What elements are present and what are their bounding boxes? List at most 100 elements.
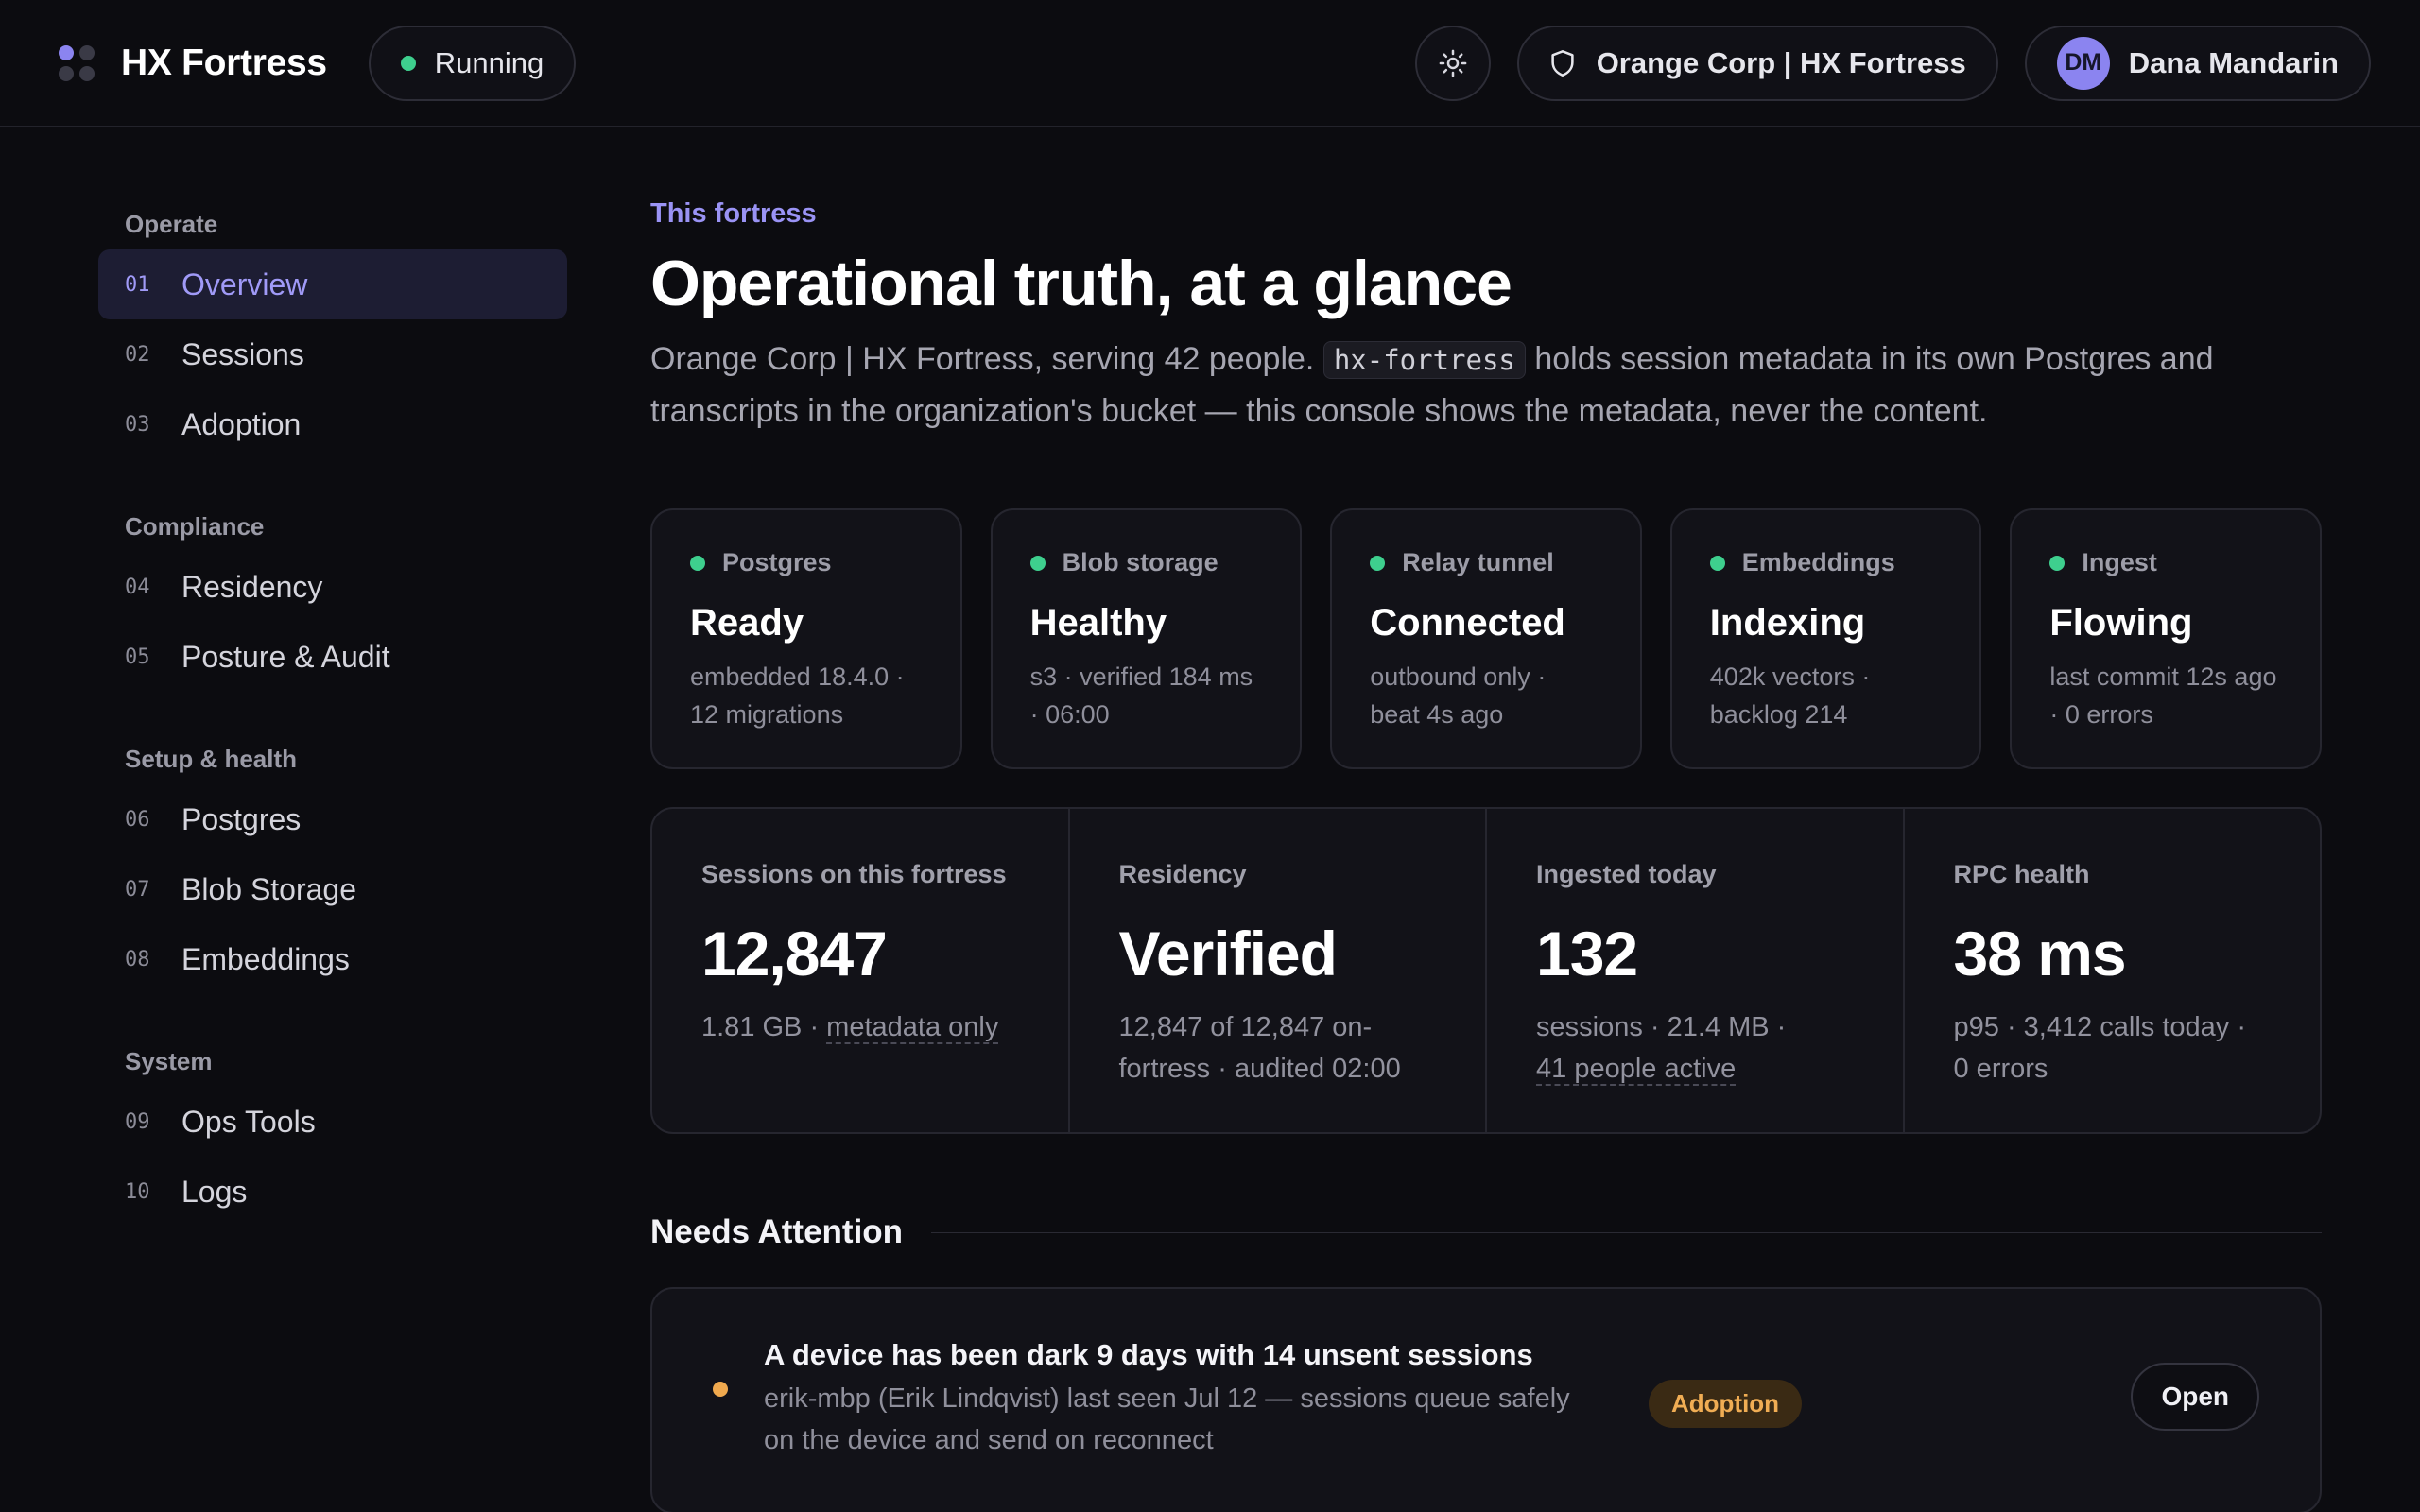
attention-title: A device has been dark 9 days with 14 un… [764, 1338, 1533, 1371]
health-detail-line: · 06:00 [1029, 700, 1110, 729]
page-eyebrow: This fortress [650, 198, 817, 229]
stat-label: Sessions on this fortress [701, 860, 1007, 888]
status-dot-icon [1709, 555, 1725, 571]
sidebar-item-number: 07 [125, 877, 150, 902]
health-detail: outbound only · beat 4s ago [1370, 658, 1602, 733]
stat-detail-text: 1.81 GB · [701, 1012, 827, 1042]
sidebar-item-number: 06 [125, 807, 150, 832]
stat-value: 12,847 [701, 919, 888, 988]
health-detail: s3 · verified 184 ms · 06:00 [1030, 658, 1263, 733]
health-label: Relay tunnel [1402, 548, 1554, 576]
sidebar-item-number: 01 [125, 272, 150, 297]
health-detail-line: · 0 errors [2049, 700, 2153, 729]
stat-detail-line: fortress · audited 02:00 [1118, 1054, 1401, 1084]
stat-detail: 12,847 of 12,847 on-fortress · audited 0… [1119, 1006, 1437, 1090]
health-label: Postgres [722, 548, 832, 576]
sidebar-item-blob-storage[interactable]: 07 Blob Storage [98, 854, 567, 924]
status-label: Running [434, 45, 544, 79]
health-detail-line: outbound only · [1370, 662, 1547, 691]
stat-label: Residency [1118, 860, 1247, 888]
attention-description: erik-mbp (Erik Lindqvist) last seen Jul … [764, 1378, 1615, 1461]
health-card-ingest[interactable]: Ingest Flowing last commit 12s ago · 0 er… [2010, 508, 2322, 769]
stat-detail-line: p95 · 3,412 calls today · [1953, 1012, 2247, 1042]
stat-detail-line: sessions · 21.4 MB · [1536, 1012, 1787, 1042]
sidebar-item-logs[interactable]: 10 Logs [98, 1157, 567, 1227]
sidebar-group-system: System 09 Ops Tools 10 Logs [98, 1036, 567, 1227]
page-title: Operational truth, at a glance [650, 248, 1512, 319]
status-badge: Running [368, 25, 577, 101]
sidebar: Operate 01 Overview 02 Sessions 03 Adopt… [98, 198, 567, 1268]
health-detail-line: s3 · verified 184 ms [1029, 662, 1253, 691]
health-label: Embeddings [1741, 548, 1895, 576]
health-detail-line: beat 4s ago [1370, 700, 1504, 729]
health-detail-line: 402k vectors · [1709, 662, 1871, 691]
stat-value: 132 [1536, 919, 1638, 988]
stat-label: Ingested today [1536, 860, 1717, 888]
category-badge: Adoption [1649, 1380, 1803, 1428]
people-active-link[interactable]: 41 people active [1536, 1054, 1737, 1086]
sidebar-item-overview[interactable]: 01 Overview [98, 249, 567, 319]
sidebar-item-label: Sessions [182, 336, 304, 371]
description-text: Orange Corp | HX Fortress, serving 42 pe… [650, 341, 1323, 377]
sidebar-heading: Compliance [125, 511, 265, 541]
health-detail: embedded 18.4.0 · 12 migrations [690, 658, 923, 733]
sidebar-item-label: Posture & Audit [182, 639, 390, 674]
metadata-only-link[interactable]: metadata only [826, 1012, 999, 1044]
status-dot-icon [1370, 555, 1386, 571]
org-switcher-button[interactable]: Orange Corp | HX Fortress [1516, 25, 1998, 101]
sidebar-item-posture-audit[interactable]: 05 Posture & Audit [98, 622, 567, 692]
page-description: Orange Corp | HX Fortress, serving 42 pe… [650, 334, 2322, 437]
sun-icon [1439, 49, 1467, 77]
stat-detail: sessions · 21.4 MB · 41 people active [1536, 1006, 1854, 1090]
brand-name: HX Fortress [121, 42, 327, 83]
sidebar-item-label: Adoption [182, 406, 302, 441]
sidebar-item-label: Embeddings [182, 941, 350, 976]
stat-detail-line: 12,847 of 12,847 on- [1118, 1012, 1373, 1042]
section-title: Needs Attention [650, 1213, 904, 1250]
health-detail-line: last commit 12s ago [2049, 662, 2277, 691]
sidebar-item-label: Residency [182, 569, 323, 604]
user-menu-button[interactable]: DM Dana Mandarin [2024, 25, 2371, 101]
health-card-blob-storage[interactable]: Blob storage Healthy s3 · verified 184 m… [990, 508, 1303, 769]
sidebar-item-label: Postgres [182, 801, 302, 836]
stat-residency: Residency Verified 12,847 of 12,847 on-f… [1070, 809, 1487, 1132]
stats-panel: Sessions on this fortress 12,847 1.81 GB… [650, 807, 2322, 1134]
sidebar-item-ops-tools[interactable]: 09 Ops Tools [98, 1087, 567, 1157]
service-code: hx-fortress [1322, 341, 1526, 379]
sidebar-item-postgres[interactable]: 06 Postgres [98, 784, 567, 854]
health-cards: Postgres Ready embedded 18.4.0 · 12 migra… [650, 508, 2322, 769]
health-card-embeddings[interactable]: Embeddings Indexing 402k vectors · backlo… [1669, 508, 1982, 769]
status-dot-icon [2049, 555, 2066, 571]
sidebar-item-embeddings[interactable]: 08 Embeddings [98, 924, 567, 994]
sidebar-item-number: 02 [125, 342, 150, 367]
stat-sessions: Sessions on this fortress 12,847 1.81 GB… [652, 809, 1070, 1132]
health-card-relay-tunnel[interactable]: Relay tunnel Connected outbound only · be… [1330, 508, 1642, 769]
health-detail-line: embedded 18.4.0 · [690, 662, 905, 691]
theme-toggle-button[interactable] [1414, 25, 1491, 101]
sidebar-item-residency[interactable]: 04 Residency [98, 552, 567, 622]
sidebar-item-sessions[interactable]: 02 Sessions [98, 319, 567, 389]
health-label: Ingest [2082, 548, 2157, 576]
org-name: Orange Corp | HX Fortress [1596, 45, 1966, 79]
sidebar-item-number: 08 [125, 947, 150, 971]
health-detail-line: backlog 214 [1709, 700, 1848, 729]
sidebar-item-number: 04 [125, 575, 150, 599]
sidebar-group-setup-health: Setup & health 06 Postgres 07 Blob Stora… [98, 733, 567, 994]
stat-label: RPC health [1953, 860, 2090, 888]
shield-icon [1549, 49, 1576, 77]
needs-attention-header: Needs Attention [650, 1213, 2322, 1251]
stat-rpc-health: RPC health 38 ms p95 · 3,412 calls today… [1905, 809, 2321, 1132]
stat-value: Verified [1118, 919, 1338, 988]
status-dot-icon [400, 55, 416, 71]
attention-item: A device has been dark 9 days with 14 un… [650, 1287, 2322, 1512]
health-detail: 402k vectors · backlog 214 [1710, 658, 1943, 733]
stat-detail-line: 0 errors [1953, 1054, 2048, 1084]
sidebar-item-number: 09 [125, 1109, 150, 1134]
health-value: Indexing [1709, 602, 1866, 644]
warning-dot-icon [713, 1382, 728, 1397]
sidebar-item-adoption[interactable]: 03 Adoption [98, 389, 567, 459]
top-bar: HX Fortress Running Orange Corp | HX For… [0, 0, 2420, 127]
health-card-postgres[interactable]: Postgres Ready embedded 18.4.0 · 12 migra… [650, 508, 962, 769]
sidebar-heading: System [125, 1046, 213, 1075]
open-button[interactable]: Open [2131, 1363, 2259, 1431]
